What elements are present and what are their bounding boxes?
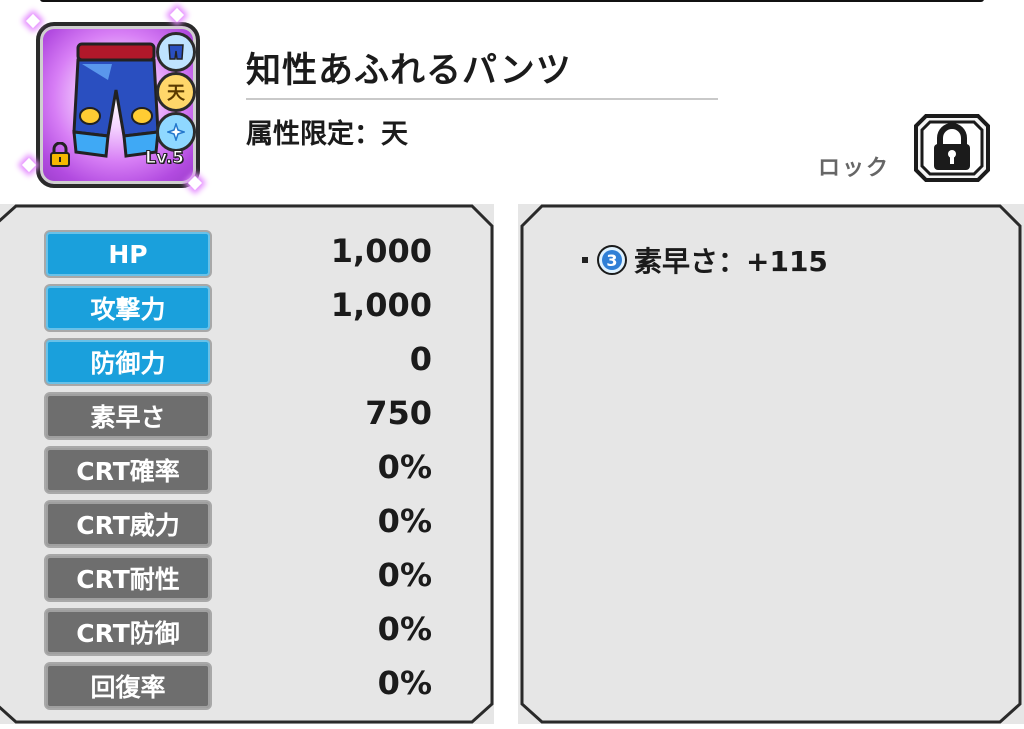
effects-panel-frame [520, 204, 1022, 724]
stat-row: CRT防御 0% [44, 608, 444, 656]
effect-text: 素早さ：+115 [634, 245, 828, 278]
pants-type-badge [156, 32, 196, 72]
stat-value: 0 [409, 340, 432, 378]
stat-label: 防御力 [44, 338, 212, 386]
effect-rank: 3 [606, 251, 617, 270]
pants-icon [168, 44, 184, 60]
stat-row: 回復率 0% [44, 662, 444, 710]
sparkle-icon [169, 7, 185, 23]
stat-value: 0% [377, 610, 432, 648]
stat-value: 0% [377, 448, 432, 486]
stat-value: 1,000 [330, 286, 432, 324]
attribute-badge-text: 天 [167, 83, 185, 104]
stat-label: CRT威力 [44, 500, 212, 548]
sparkle-icon [25, 13, 41, 29]
attribute-limit: 属性限定：天 [246, 119, 408, 150]
stat-row: 攻撃力 1,000 [44, 284, 444, 332]
item-name: 知性あふれるパンツ [246, 51, 572, 91]
lock-button[interactable] [912, 112, 992, 184]
attribute-badge: 天 [156, 72, 196, 112]
stats-panel: HP 1,000 攻撃力 1,000 防御力 0 素早さ 750 CRT確率 0% CRT威力 0% C… [0, 204, 494, 724]
stat-label: CRT防御 [44, 608, 212, 656]
sparkle-icon [167, 123, 185, 141]
stat-label: 素早さ [44, 392, 212, 440]
stat-value: 0% [377, 556, 432, 594]
pants-icon [72, 42, 160, 158]
top-border [40, 0, 984, 2]
name-divider [246, 98, 718, 100]
stat-row: 防御力 0 [44, 338, 444, 386]
stat-label: HP [44, 230, 212, 278]
lock-label: ロック [818, 156, 891, 181]
stat-row: CRT威力 0% [44, 500, 444, 548]
stat-label: 攻撃力 [44, 284, 212, 332]
stat-row: 素早さ 750 [44, 392, 444, 440]
stat-row: CRT確率 0% [44, 446, 444, 494]
stat-value: 0% [377, 502, 432, 540]
effects-panel [518, 204, 1024, 724]
sparkle-icon [21, 157, 37, 173]
stat-value: 750 [365, 394, 432, 432]
stat-row: CRT耐性 0% [44, 554, 444, 602]
stat-value: 1,000 [330, 232, 432, 270]
rank-3-icon: 3 [597, 245, 627, 275]
stat-label: CRT確率 [44, 446, 212, 494]
stat-row: HP 1,000 [44, 230, 444, 278]
bullet-icon [582, 257, 588, 263]
stat-value: 0% [377, 664, 432, 702]
item-icon[interactable]: 天 Lv.5 [21, 7, 206, 191]
item-level: Lv.5 [145, 148, 185, 169]
effect-line: 3 素早さ：+115 [582, 240, 828, 280]
stat-label: 回復率 [44, 662, 212, 710]
skill-badge [156, 112, 196, 152]
stat-label: CRT耐性 [44, 554, 212, 602]
padlock-small-icon [50, 142, 70, 167]
